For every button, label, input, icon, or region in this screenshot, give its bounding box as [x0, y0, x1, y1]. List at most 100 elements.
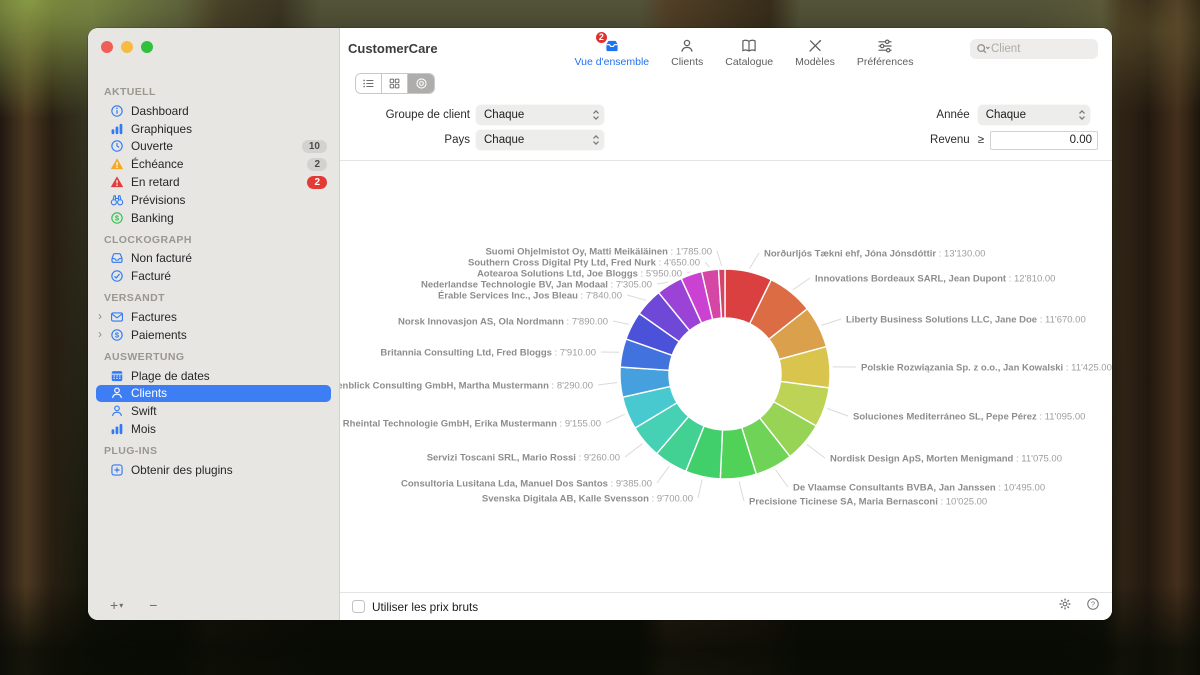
sidebar-item-label: Banking	[131, 211, 331, 225]
country-filter-popup[interactable]: Chaque	[476, 130, 604, 150]
sidebar: AKTUELLDashboardGraphiquesOuverte10Échéa…	[88, 28, 340, 620]
search-input[interactable]	[991, 43, 1092, 55]
toolbar-item-pr-f-rences[interactable]: Préférences	[857, 37, 914, 68]
revenue-input[interactable]	[990, 131, 1098, 150]
group-filter-popup[interactable]: Chaque	[476, 105, 604, 125]
toolbar-item-catalogue[interactable]: Catalogue	[725, 37, 773, 68]
segment-label: Érable Services Inc., Jos Bleau : 7'840.…	[438, 291, 622, 302]
sidebar-item-label: Graphiques	[131, 122, 331, 136]
dollar-circle-icon: $	[110, 328, 124, 342]
disclosure-chevron-icon[interactable]: ›	[98, 309, 102, 323]
minimize-window-button[interactable]	[121, 41, 133, 53]
toolbar-item-label: Vue d'ensemble	[575, 56, 650, 68]
segment-label: Suomi Ohjelmistot Oy, Matti Meikäläinen …	[485, 247, 712, 258]
window-controls	[88, 28, 339, 53]
count-badge: 2	[307, 176, 327, 189]
zoom-window-button[interactable]	[141, 41, 153, 53]
country-filter-label: Pays	[340, 134, 470, 146]
toolbar-item-label: Clients	[671, 56, 703, 68]
clock-icon	[110, 139, 124, 153]
svg-text:$: $	[115, 331, 120, 340]
info-icon	[110, 104, 124, 118]
sidebar-item-mois[interactable]: Mois	[96, 420, 331, 438]
toolbar-item-label: Catalogue	[725, 56, 773, 68]
toolbar: 2Vue d'ensemble Clients Catalogue Modèles Pr…	[518, 37, 970, 68]
view-switcher	[355, 73, 435, 94]
sidebar-item-plage-de-dates[interactable]: Plage de dates	[96, 367, 331, 385]
toolbar-item-mod-les[interactable]: Modèles	[795, 37, 835, 68]
label-leader-line	[793, 278, 810, 290]
remove-button[interactable]: −	[149, 597, 157, 613]
envelope-icon	[110, 310, 124, 324]
grid-view-button[interactable]	[382, 74, 408, 93]
help-button[interactable]: ?	[1086, 597, 1100, 616]
list-view-button[interactable]	[356, 74, 382, 93]
donut-view-button[interactable]	[408, 74, 434, 93]
label-leader-line	[807, 445, 825, 459]
filter-right-column: Année Chaque Revenu ≥	[922, 105, 1098, 150]
revenue-operator: ≥	[978, 134, 984, 146]
label-leader-line	[739, 481, 744, 501]
sidebar-item-label: Facturé	[131, 269, 331, 283]
sidebar-item-label: Prévisions	[131, 193, 331, 207]
label-leader-line	[657, 282, 668, 284]
sidebar-item-clients[interactable]: Clients	[96, 385, 331, 403]
year-filter-popup[interactable]: Chaque	[978, 105, 1090, 125]
sidebar-item--ch-ance[interactable]: Échéance2	[96, 155, 331, 173]
sidebar-item-factur-[interactable]: Facturé	[96, 267, 331, 285]
templates-icon	[805, 37, 825, 55]
year-filter-label: Année	[922, 109, 970, 121]
app-window: AKTUELLDashboardGraphiquesOuverte10Échéa…	[88, 28, 1112, 620]
person-icon	[110, 404, 124, 418]
label-leader-line	[598, 383, 617, 386]
person-icon	[110, 386, 124, 400]
use-gross-prices-checkbox[interactable]	[352, 600, 365, 613]
book-icon	[739, 37, 759, 55]
segment-label: Alpenblick Consulting GmbH, Martha Muste…	[340, 381, 593, 392]
sidebar-item-label: Swift	[131, 404, 331, 418]
sidebar-item-factures[interactable]: ›Factures	[96, 308, 331, 326]
sidebar-item-banking[interactable]: $ Banking	[96, 209, 331, 227]
sidebar-item-pr-visions[interactable]: Prévisions	[96, 191, 331, 209]
segment-label: Liberty Business Solutions LLC, Jane Doe…	[846, 315, 1086, 326]
segment-label: Nordisk Design ApS, Morten Menigmand : 1…	[830, 454, 1062, 465]
settings-gear-button[interactable]	[1058, 597, 1072, 616]
warning-icon	[110, 175, 124, 189]
toolbar-item-vue-d-ensemble[interactable]: 2Vue d'ensemble	[575, 37, 650, 68]
sidebar-item-ouverte[interactable]: Ouverte10	[96, 138, 331, 156]
segment-label: De Vlaamse Consultants BVBA, Jan Janssen…	[793, 483, 1045, 494]
sidebar-item-dashboard[interactable]: Dashboard	[96, 102, 331, 120]
segment-label: Norðurljós Tækni ehf, Jóna Jónsdóttir : …	[764, 249, 985, 260]
add-button[interactable]: +▾	[110, 597, 123, 613]
revenue-filter-label: Revenu	[922, 134, 970, 146]
segment-label: Rheintal Technologie GmbH, Erika Musterm…	[343, 419, 601, 430]
close-window-button[interactable]	[101, 41, 113, 53]
disclosure-chevron-icon[interactable]: ›	[98, 327, 102, 341]
label-leader-line	[705, 262, 710, 267]
app-title: CustomerCare	[348, 41, 518, 56]
filter-left-column: Groupe de client Chaque Pays Chaque	[340, 105, 604, 150]
sidebar-item-label: Clients	[131, 386, 331, 400]
sidebar-item-graphiques[interactable]: Graphiques	[96, 120, 331, 138]
segment-label: Precisione Ticinese SA, Maria Bernasconi…	[749, 497, 987, 508]
sidebar-item-label: Mois	[131, 422, 331, 436]
sidebar-item-obtenir-des-plugins[interactable]: Obtenir des plugins	[96, 461, 331, 479]
segment-label: Svenska Digitala AB, Kalle Svensson : 9'…	[482, 494, 693, 505]
sidebar-item-en-retard[interactable]: En retard2	[96, 173, 331, 191]
toolbar-item-clients[interactable]: Clients	[671, 37, 703, 68]
search-field[interactable]	[970, 39, 1098, 59]
label-leader-line	[775, 470, 788, 488]
label-leader-line	[625, 444, 643, 457]
bar-chart-icon	[110, 122, 124, 136]
sidebar-item-swift[interactable]: Swift	[96, 402, 331, 420]
sidebar-item-non-factur-[interactable]: Non facturé	[96, 250, 331, 268]
view-switcher-bar	[340, 68, 1112, 98]
sidebar-item-paiements[interactable]: ›$Paiements	[96, 326, 331, 344]
overview-icon: 2	[602, 37, 622, 55]
segment-label: Nederlandse Technologie BV, Jan Modaal :…	[421, 280, 652, 291]
count-badge: 10	[302, 140, 327, 153]
svg-text:$: $	[115, 213, 120, 222]
donut-icon	[415, 77, 428, 90]
label-leader-line	[606, 414, 625, 423]
sliders-icon	[875, 37, 895, 55]
